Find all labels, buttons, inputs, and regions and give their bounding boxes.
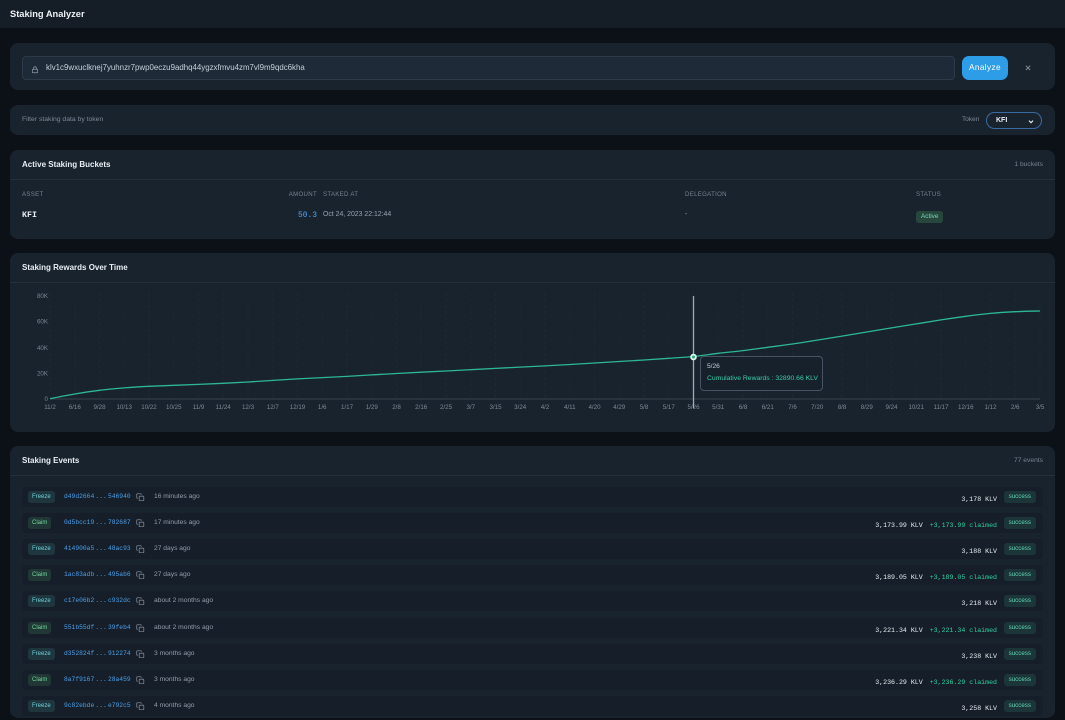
svg-text:1/6: 1/6 [318,404,327,411]
svg-text:5/17: 5/17 [663,404,676,411]
svg-text:8/8: 8/8 [838,404,847,411]
svg-text:4/29: 4/29 [613,404,626,411]
svg-text:12/3: 12/3 [242,404,255,411]
svg-text:10/22: 10/22 [141,404,157,411]
svg-text:2/25: 2/25 [440,404,453,411]
svg-text:5/31: 5/31 [712,404,725,411]
svg-text:4/2: 4/2 [541,404,550,411]
svg-text:10/25: 10/25 [166,404,182,411]
svg-text:9/28: 9/28 [93,404,106,411]
svg-text:5/8: 5/8 [640,404,649,411]
svg-text:11/17: 11/17 [933,404,949,411]
svg-text:6/16: 6/16 [69,404,82,411]
svg-text:12/16: 12/16 [958,404,974,411]
svg-text:12/19: 12/19 [290,404,306,411]
svg-text:1/12: 1/12 [984,404,997,411]
svg-text:40K: 40K [37,345,49,352]
svg-text:3/5: 3/5 [1036,404,1045,411]
svg-text:1/29: 1/29 [366,404,379,411]
svg-text:7/20: 7/20 [811,404,824,411]
svg-text:8/29: 8/29 [861,404,874,411]
svg-text:10/21: 10/21 [908,404,924,411]
svg-text:9/24: 9/24 [885,404,898,411]
svg-text:2/8: 2/8 [392,404,401,411]
svg-text:7/6: 7/6 [788,404,797,411]
svg-text:10/13: 10/13 [116,404,132,411]
svg-text:20K: 20K [37,371,49,378]
svg-text:1/17: 1/17 [341,404,354,411]
svg-text:6/21: 6/21 [762,404,775,411]
svg-text:3/15: 3/15 [489,404,502,411]
svg-text:11/9: 11/9 [193,404,205,411]
svg-text:11/2: 11/2 [44,404,56,411]
svg-text:12/7: 12/7 [267,404,280,411]
svg-text:3/24: 3/24 [514,404,527,411]
svg-text:4/11: 4/11 [564,404,576,411]
svg-text:4/20: 4/20 [588,404,601,411]
svg-text:0: 0 [45,396,49,403]
svg-text:11/24: 11/24 [216,404,232,411]
svg-text:2/6: 2/6 [1011,404,1020,411]
svg-text:60K: 60K [37,319,49,326]
svg-text:2/16: 2/16 [415,404,428,411]
svg-text:80K: 80K [37,293,49,300]
svg-text:3/7: 3/7 [466,404,475,411]
svg-text:6/8: 6/8 [739,404,748,411]
